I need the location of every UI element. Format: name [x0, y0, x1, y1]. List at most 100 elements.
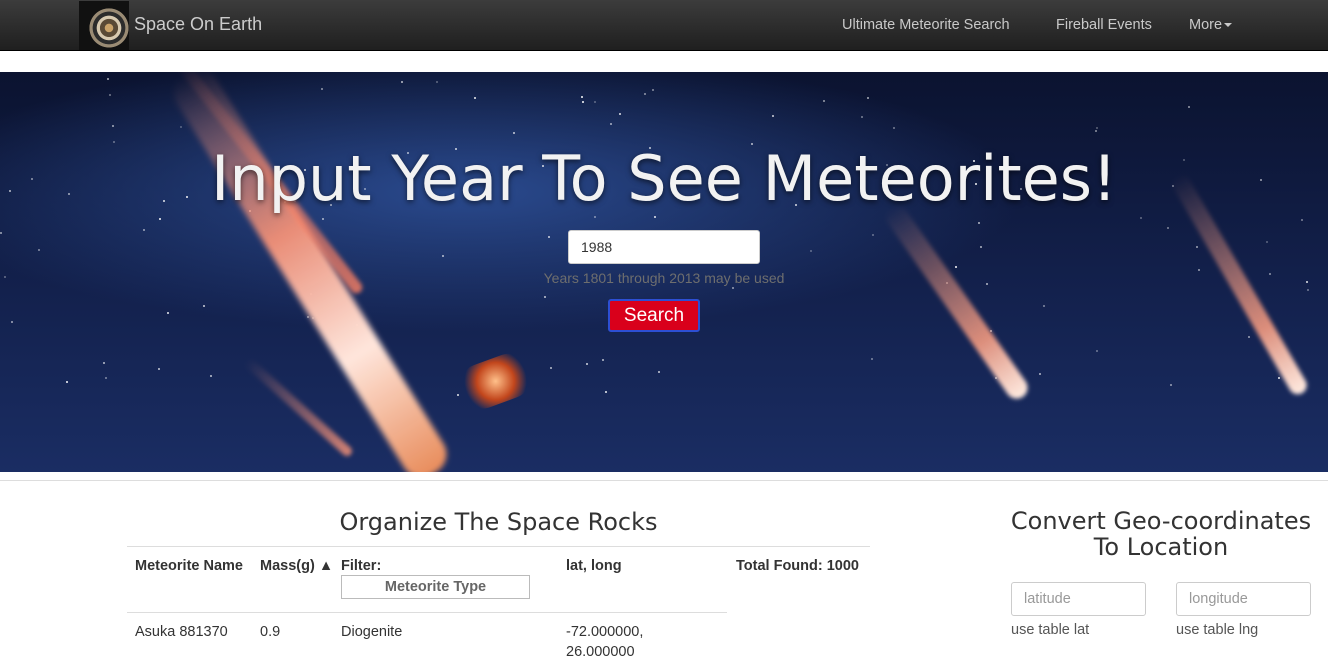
star: [159, 218, 161, 220]
latitude-help-text: use table lat: [1011, 622, 1090, 638]
saturn-logo-icon[interactable]: [79, 1, 129, 50]
star: [401, 81, 403, 83]
star: [586, 363, 588, 365]
table-title: Organize The Space Rocks: [339, 508, 658, 536]
header-mass-sort[interactable]: Mass(g) ▲: [260, 556, 333, 576]
star: [652, 89, 654, 91]
star: [978, 222, 980, 224]
star: [602, 359, 604, 361]
star: [1266, 241, 1268, 243]
star: [436, 81, 438, 83]
star: [658, 371, 660, 373]
star: [772, 115, 774, 117]
star: [474, 97, 476, 99]
star: [544, 296, 546, 298]
star: [810, 250, 812, 252]
star: [203, 305, 205, 307]
nav-more-dropdown[interactable]: More: [1189, 17, 1233, 33]
star: [107, 78, 109, 80]
star: [105, 377, 107, 379]
year-help-text: Years 1801 through 2013 may be used: [543, 270, 785, 286]
top-navbar: Space On Earth Ultimate Meteorite Search…: [0, 0, 1328, 51]
star: [871, 358, 873, 360]
header-meteorite-name[interactable]: Meteorite Name: [135, 556, 245, 576]
star: [321, 88, 323, 90]
star: [605, 391, 607, 393]
latitude-input[interactable]: [1011, 582, 1146, 616]
star: [654, 216, 656, 218]
star: [550, 367, 552, 369]
table-header-border: [127, 612, 727, 613]
star: [980, 246, 982, 248]
section-divider: [0, 480, 1328, 481]
header-lat-long: lat, long: [566, 558, 622, 574]
star: [619, 113, 621, 115]
star: [112, 125, 114, 127]
meteor-debris: [455, 348, 537, 415]
star: [610, 123, 612, 125]
nav-more-label: More: [1189, 17, 1223, 33]
hero-title: Input Year To See Meteorites!: [211, 142, 1117, 215]
star: [1301, 219, 1303, 221]
row-meteorite-type: Diogenite: [341, 624, 403, 640]
star: [594, 216, 596, 218]
star: [1307, 289, 1309, 291]
star: [1278, 377, 1280, 379]
star: [1039, 373, 1041, 375]
star: [955, 266, 957, 268]
star: [1096, 350, 1098, 352]
star: [103, 362, 105, 364]
geo-converter-title: Convert Geo-coordinates To Location: [1010, 507, 1312, 561]
star: [1140, 217, 1142, 219]
meteor-streak: [881, 202, 1032, 404]
star: [861, 116, 863, 118]
longitude-help-text: use table lng: [1176, 622, 1259, 638]
star: [1095, 130, 1097, 132]
star: [167, 312, 169, 314]
row-lat-long[interactable]: -72.000000, 26.000000: [566, 622, 686, 662]
nav-ultimate-meteorite-search[interactable]: Ultimate Meteorite Search: [842, 17, 1010, 33]
star: [457, 394, 459, 396]
star: [644, 93, 646, 95]
row-mass: 0.9: [260, 624, 281, 640]
brand-name[interactable]: Space On Earth: [134, 14, 262, 35]
search-button[interactable]: Search: [608, 299, 700, 332]
star: [66, 381, 68, 383]
star: [1196, 246, 1198, 248]
star: [442, 255, 444, 257]
meteor-streak: [243, 357, 355, 459]
star: [11, 321, 13, 323]
star: [210, 375, 212, 377]
star: [1096, 127, 1098, 129]
star: [1188, 106, 1190, 108]
star: [594, 101, 596, 103]
star: [0, 232, 2, 234]
header-mass-label: Mass(g) ▲: [260, 558, 334, 574]
star: [513, 132, 515, 134]
longitude-input[interactable]: [1176, 582, 1311, 616]
star: [867, 97, 869, 99]
star: [1167, 227, 1169, 229]
meteorite-type-filter-input[interactable]: Meteorite Type: [341, 575, 530, 599]
star: [180, 126, 182, 128]
star: [582, 101, 584, 103]
star: [581, 96, 583, 98]
star: [38, 249, 40, 251]
year-input[interactable]: [568, 230, 760, 264]
caret-down-icon: [1224, 23, 1233, 28]
header-filter-label: Filter:: [341, 558, 382, 574]
star: [1043, 305, 1045, 307]
hero-banner: Input Year To See Meteorites! Years 1801…: [0, 72, 1328, 472]
star: [872, 234, 874, 236]
star: [109, 94, 111, 96]
star: [143, 229, 145, 231]
star: [548, 236, 550, 238]
star: [893, 127, 895, 129]
total-found-count: Total Found: 1000: [736, 558, 859, 574]
star: [823, 100, 825, 102]
star: [732, 287, 734, 289]
star: [1170, 384, 1172, 386]
row-meteorite-name: Asuka 881370: [135, 624, 228, 640]
nav-fireball-events[interactable]: Fireball Events: [1056, 17, 1152, 33]
table-top-border: [127, 546, 870, 547]
